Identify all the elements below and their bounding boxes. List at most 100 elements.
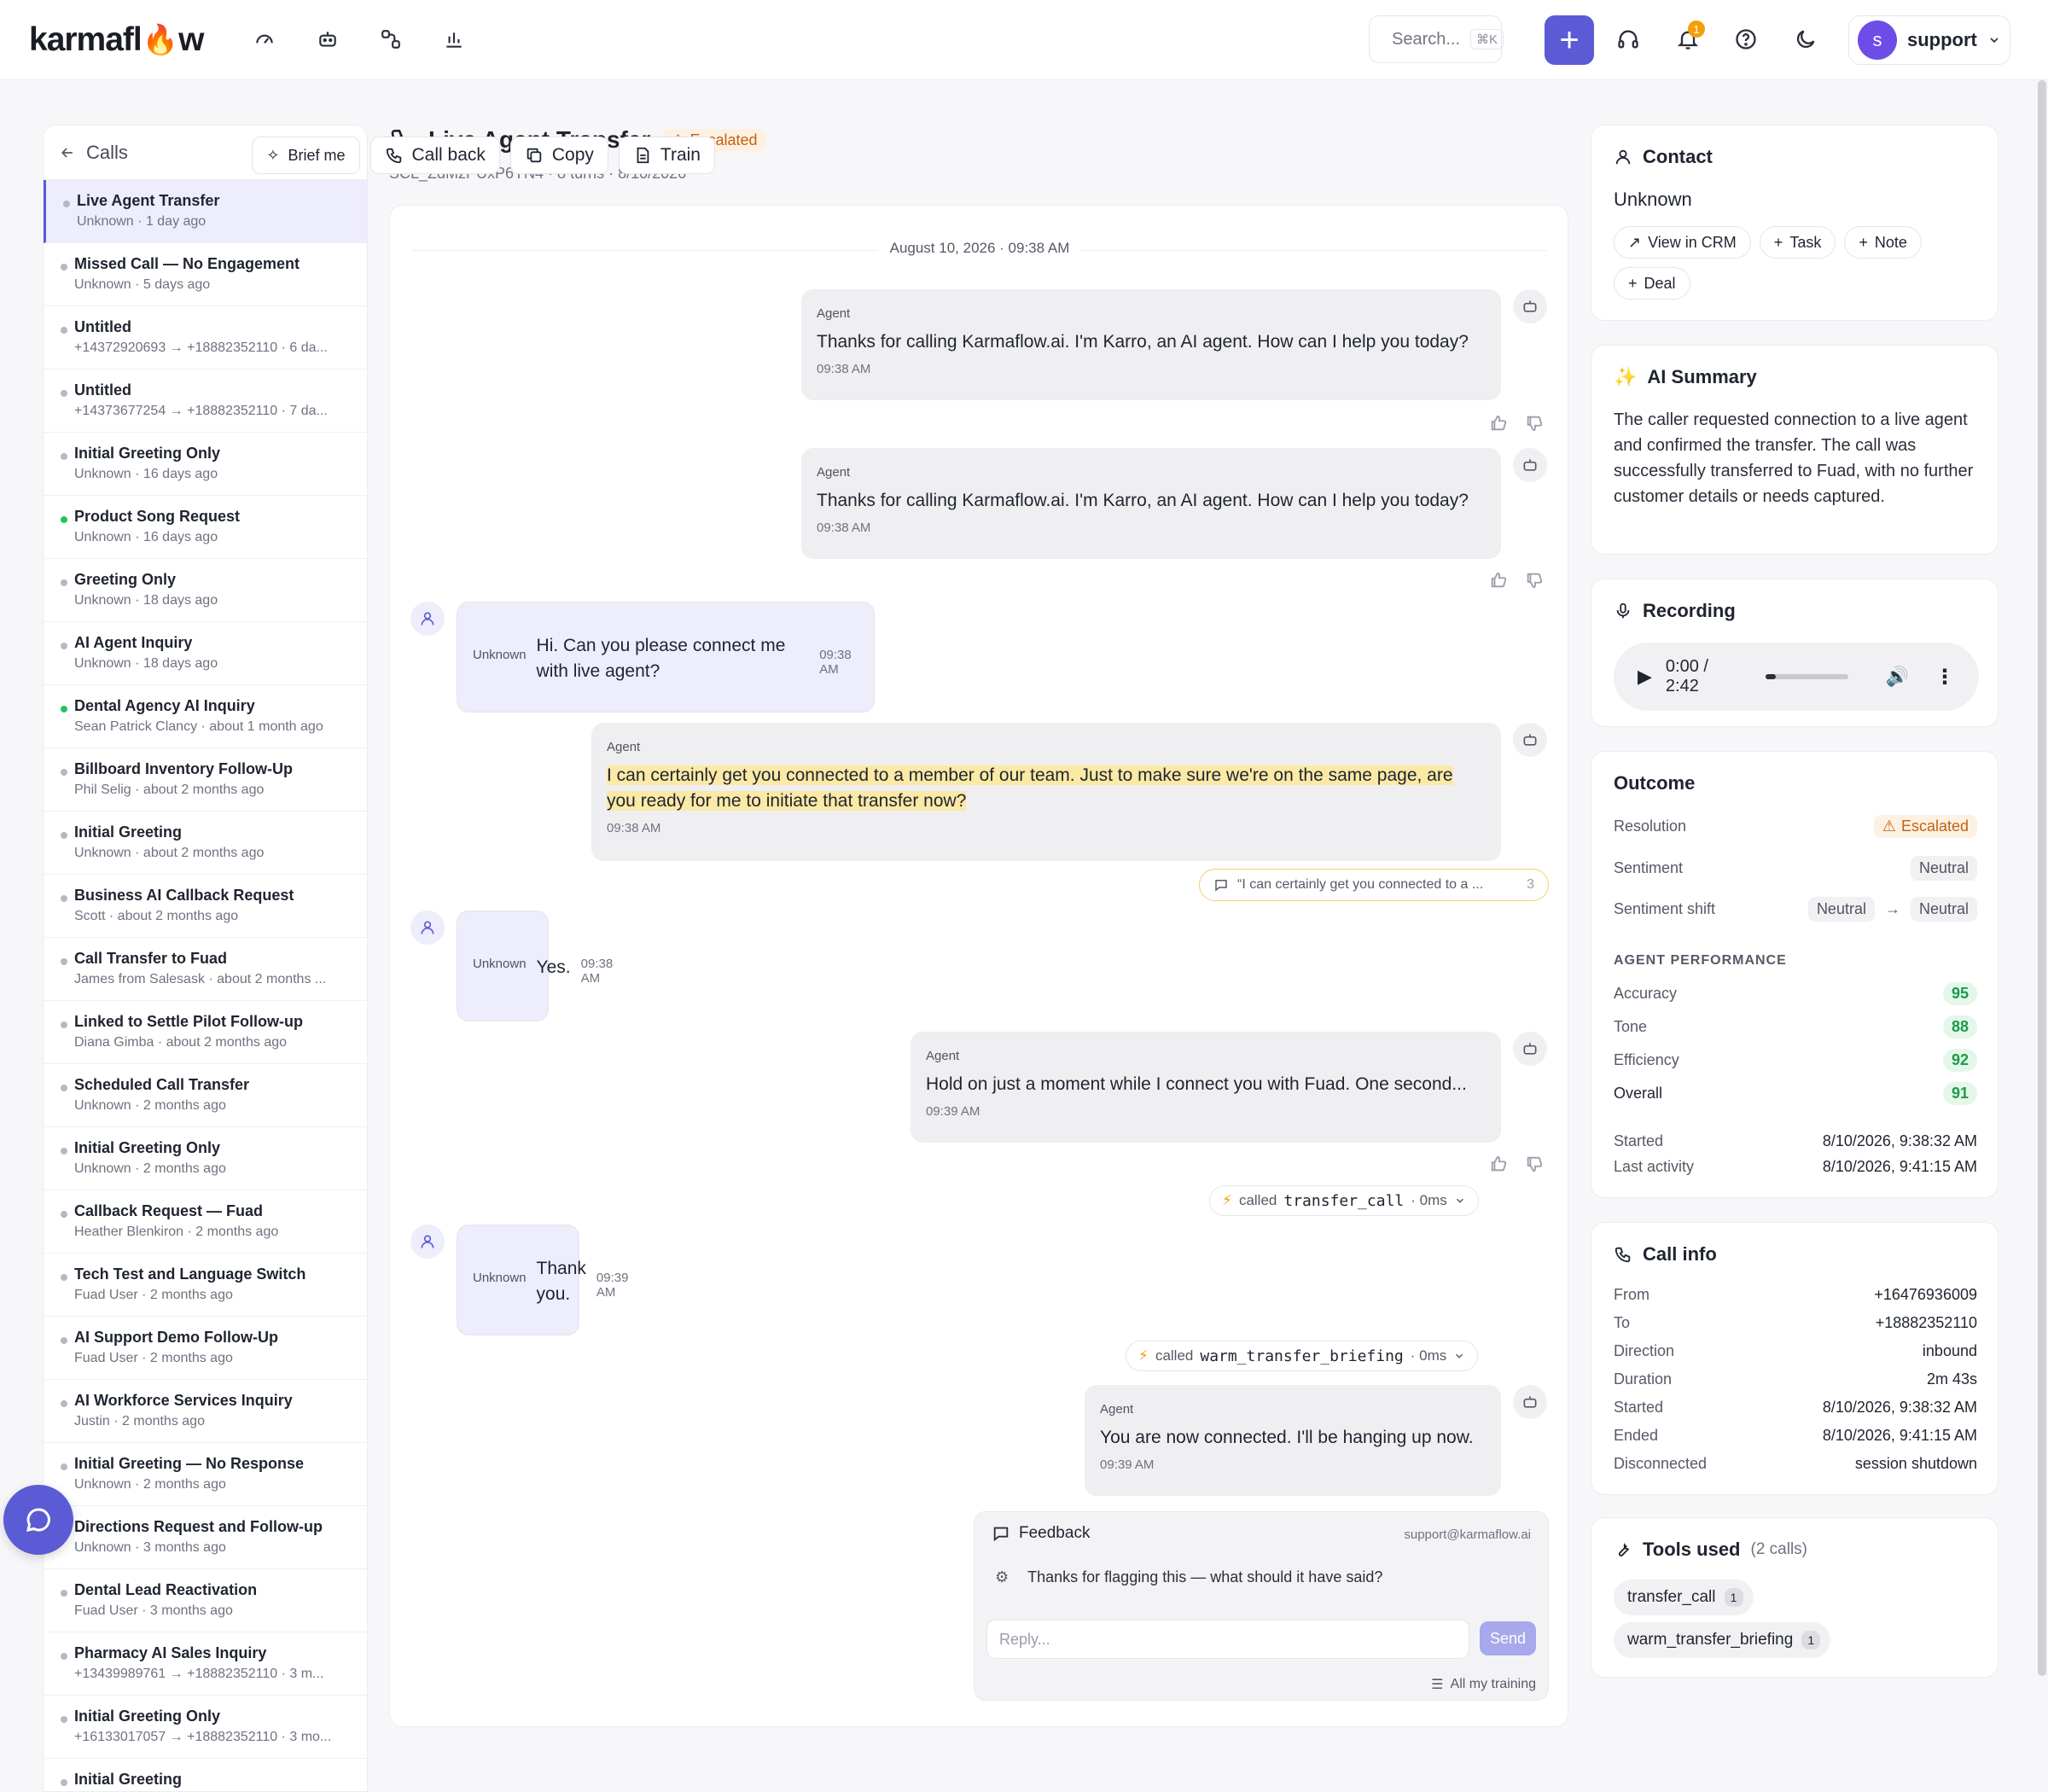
thumbs-down-icon[interactable] [1525,571,1544,590]
tool-call-pill[interactable]: ⚡ called transfer_call · 0ms [1209,1185,1479,1216]
thumbs-up-icon[interactable] [1489,1155,1508,1173]
call-item-title: Initial Greeting Only [74,1708,221,1725]
call-info-row: Direction inbound [1614,1342,1977,1360]
call-list-item[interactable]: AI Agent Inquiry Unknown · 18 days ago [44,622,367,685]
feedback-quote-pill[interactable]: “I can certainly get you connected to a … [1199,869,1549,901]
thumbs-down-icon[interactable] [1525,1155,1544,1173]
call-item-subtitle: Unknown · 2 months ago [74,1098,226,1113]
tool-chip: warm_transfer_briefing 1 [1614,1622,1831,1658]
call-list-item[interactable]: Callback Request — Fuad Heather Blenkiron… [44,1190,367,1254]
speaker: Unknown [473,956,527,971]
more-vertical-icon[interactable]: ⋮ [1935,665,1955,689]
call-back-button[interactable]: Call back [369,137,500,174]
call-list-item[interactable]: Billboard Inventory Follow-Up Phil Selig … [44,748,367,812]
arrow-left-icon[interactable] [59,144,76,161]
contact-actions: ↗ View in CRM + Task + Note + Deal [1614,226,1981,300]
thumbs-down-icon[interactable] [1525,414,1544,433]
status-dot [61,1085,67,1091]
tone-score: 88 [1942,1015,1977,1039]
feedback-header: Feedback [992,1524,1090,1543]
headset-icon[interactable] [1613,24,1644,55]
call-item-title: Initial Greeting [74,1771,183,1788]
call-item-subtitle: Unknown · 16 days ago [74,530,218,544]
call-item-subtitle: Unknown · 2 months ago [74,1161,226,1176]
thumbs-up-icon[interactable] [1489,571,1508,590]
call-item-subtitle: +14373677254 → +18882352110 · 7 da... [74,404,328,418]
call-list-item[interactable]: Missed Call — No Engagement Unknown · 5 d… [44,243,367,306]
call-list-item[interactable]: Initial Greeting Only +16133017057 → +188… [44,1696,367,1759]
call-actions: ✧ Brief me Call back Copy Train [252,137,715,174]
copy-button[interactable]: Copy [509,137,608,174]
call-list-item[interactable]: Initial Greeting Only Unknown · 2 months … [44,1127,367,1190]
add-deal-button[interactable]: + Deal [1614,267,1690,300]
bar-chart-icon[interactable] [439,24,469,55]
tool-call-pill[interactable]: ⚡ called warm_transfer_briefing · 0ms [1126,1341,1479,1371]
thumbs-up-icon[interactable] [1489,414,1508,433]
add-task-button[interactable]: + Task [1759,226,1836,259]
call-info-key: Ended [1614,1427,1659,1444]
call-list-item[interactable]: Dental Lead Reactivation Fuad User · 3 mo… [44,1569,367,1632]
call-list-item[interactable]: Call Transfer to Fuad James from Salesask… [44,938,367,1001]
all-training-link[interactable]: ☰ All my training [1431,1676,1536,1693]
gauge-icon[interactable] [249,24,280,55]
call-list-item[interactable]: Untitled +14372920693 → +18882352110 · 6 … [44,306,367,369]
add-button[interactable]: + [1545,15,1594,65]
call-info-value: +18882352110 [1875,1314,1977,1331]
add-note-button[interactable]: + Note [1844,226,1922,259]
contact-card: Contact Unknown ↗ View in CRM + Task + Note… [1591,125,1999,321]
top-bar: karmafl 🔥 w Search... ⌘K + 1 s support [0,0,2048,80]
call-list-item[interactable]: Initial Greeting Unknown · about 2 months… [44,812,367,875]
call-list-item[interactable]: Linked to Settle Pilot Follow-up Diana Gi… [44,1001,367,1064]
call-list-item[interactable]: Live Agent Transfer Unknown · 1 day ago [44,180,367,243]
help-icon[interactable] [1731,24,1761,55]
train-button[interactable]: Train [618,137,715,174]
karmaflow-logo[interactable]: karmafl 🔥 w [29,17,204,63]
status-dot [61,516,67,523]
workflow-icon[interactable] [375,24,406,55]
chat-button[interactable] [3,1485,73,1555]
quote-text: “I can certainly get you connected to a … [1237,877,1484,892]
moon-icon[interactable] [1790,24,1821,55]
call-list-item[interactable]: Greeting Only Unknown · 18 days ago [44,559,367,622]
send-button[interactable]: Send [1480,1621,1536,1655]
volume-icon[interactable]: 🔊 [1886,666,1909,688]
call-list-item[interactable]: Business AI Callback Request Scott · abou… [44,875,367,938]
call-list-item[interactable]: AI Workforce Services Inquiry Justin · 2 … [44,1380,367,1443]
play-icon[interactable]: ▶ [1638,666,1652,688]
search-input[interactable]: Search... ⌘K [1369,15,1504,63]
reply-input[interactable]: Reply... [986,1620,1469,1659]
audio-progress-bar[interactable] [1766,674,1848,679]
view-in-crm-button[interactable]: ↗ View in CRM [1614,226,1751,259]
tool-prefix: called [1155,1347,1194,1364]
last-activity-row: Last activity 8/10/2026, 9:41:15 AM [1614,1158,1977,1175]
robot-icon: ⚙ [995,1568,1009,1585]
call-list-item[interactable]: Pharmacy AI Sales Inquiry +13439989761 → … [44,1632,367,1696]
call-list-item[interactable]: Initial Greeting — No Response Unknown · … [44,1443,367,1506]
call-list-item[interactable]: Dental Agency AI Inquiry Sean Patrick Cla… [44,685,367,748]
agent-message: Agent Thanks for calling Karmaflow.ai. I… [801,448,1501,559]
call-list-item[interactable]: Scheduled Call Transfer Unknown · 2 month… [44,1064,367,1127]
call-list-item[interactable]: Untitled +14373677254 → +18882352110 · 7 … [44,369,367,433]
call-list-item[interactable]: Product Song Request Unknown · 16 days ag… [44,496,367,559]
message-text: Hi. Can you please connect me with live … [536,636,786,681]
chevron-down-icon [1990,38,1999,44]
call-list-item[interactable]: Tech Test and Language Switch Fuad User ·… [44,1254,367,1317]
call-list-item[interactable]: Initial Greeting [44,1759,367,1791]
brief-me-button[interactable]: ✧ Brief me [252,137,360,174]
page-scrollbar[interactable] [2038,80,2046,1676]
flame-icon: 🔥 [142,24,178,56]
call-info-value: session shutdown [1854,1455,1977,1472]
call-list-item[interactable]: Directions Request and Follow-up Unknown … [44,1506,367,1569]
user-menu[interactable]: s support [1848,15,2010,65]
bot-icon[interactable] [312,24,343,55]
message-time: 09:38 AM [817,521,871,535]
call-info-value: +16476936009 [1874,1286,1977,1303]
call-list-item[interactable]: Initial Greeting Only Unknown · 16 days a… [44,433,367,496]
status-dot [61,1021,67,1028]
call-list-item[interactable]: AI Support Demo Follow-Up Fuad User · 2 m… [44,1317,367,1380]
status-dot [61,958,67,965]
call-info-card: Call info From +16476936009 To +18882352110… [1591,1222,1999,1495]
call-item-title: Missed Call — No Engagement [74,255,300,272]
call-item-title: Untitled [74,318,131,335]
call-item-subtitle: James from Salesask · about 2 months ... [74,972,327,986]
